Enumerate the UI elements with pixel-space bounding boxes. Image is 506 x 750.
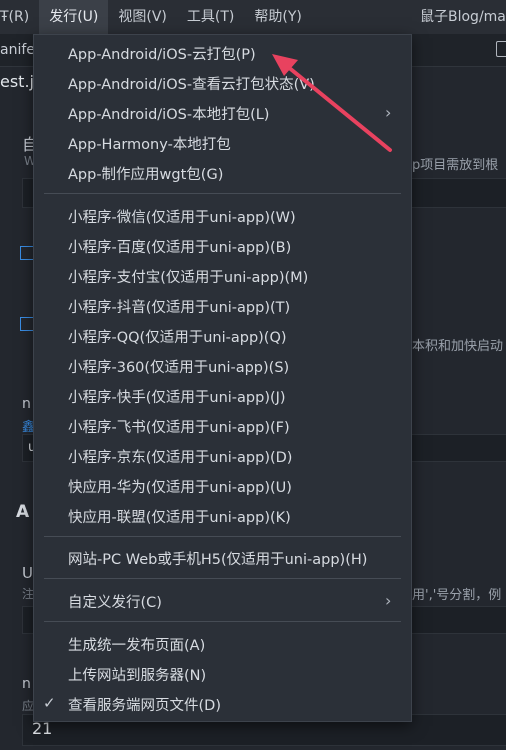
menu-tools[interactable]: 工具(T): [177, 0, 244, 34]
menu-item-custom-publish[interactable]: 自定义发行(C) ›: [34, 586, 411, 616]
chevron-right-icon: ›: [385, 103, 392, 122]
menu-item-mp-feishu[interactable]: 小程序-飞书(仅适用于uni-app)(F): [34, 411, 411, 441]
menu-view[interactable]: 视图(V): [108, 0, 177, 34]
menu-item-mp-360[interactable]: 小程序-360(仅适用于uni-app)(S): [34, 351, 411, 381]
menu-item-label: 上传网站到服务器(N): [68, 668, 207, 684]
menu-item-label: 小程序-抖音(仅适用于uni-app)(T): [68, 300, 291, 316]
checkbox[interactable]: [20, 246, 34, 260]
menu-item-label: 查看服务端网页文件(D): [68, 698, 221, 714]
menu-item-label: 小程序-京东(仅适用于uni-app)(D): [68, 450, 293, 466]
menu-item-mp-alipay[interactable]: 小程序-支付宝(仅适用于uni-app)(M): [34, 261, 411, 291]
menu-item-generate-publish-page[interactable]: 生成统一发布页面(A): [34, 629, 411, 659]
menu-divider: [44, 621, 401, 622]
menu-help[interactable]: 帮助(Y): [244, 0, 311, 34]
menu-publish[interactable]: 发行(U): [39, 0, 109, 34]
menu-edit-partial[interactable]: Ŧ(R): [0, 0, 39, 34]
menu-divider: [44, 193, 401, 194]
menu-item-app-local-pack[interactable]: App-Android/iOS-本地打包(L) ›: [34, 98, 411, 128]
right-hint: p项目需放到根: [412, 158, 499, 173]
menu-item-label: 小程序-支付宝(仅适用于uni-app)(M): [68, 270, 309, 286]
menu-item-label: 小程序-百度(仅适用于uni-app)(B): [68, 240, 292, 256]
right-hint: 本积和加快启动: [412, 339, 504, 354]
menubar: Ŧ(R) 发行(U) 视图(V) 工具(T) 帮助(Y) 鼠子Blog/ma: [0, 0, 506, 34]
menu-item-view-server-files[interactable]: ✓ 查看服务端网页文件(D): [34, 689, 411, 719]
menu-item-label: 小程序-360(仅适用于uni-app)(S): [68, 360, 290, 376]
menu-item-mp-kuaishou[interactable]: 小程序-快手(仅适用于uni-app)(J): [34, 381, 411, 411]
checkbox[interactable]: [20, 317, 34, 331]
right-hint: 用','号分割，例: [412, 588, 502, 603]
menu-item-app-cloud-status[interactable]: App-Android/iOS-查看云打包状态(V): [34, 68, 411, 98]
menu-item-label: 网站-PC Web或手机H5(仅适用于uni-app)(H): [68, 552, 368, 568]
menu-item-wgt-pack[interactable]: App-制作应用wgt包(G): [34, 158, 411, 188]
field-label: n: [22, 396, 31, 412]
menu-item-label: 生成统一发布页面(A): [68, 638, 206, 654]
menu-item-mp-baidu[interactable]: 小程序-百度(仅适用于uni-app)(B): [34, 231, 411, 261]
menu-item-label: App-制作应用wgt包(G): [68, 167, 224, 183]
menu-divider: [44, 536, 401, 537]
menu-item-quickapp-union[interactable]: 快应用-联盟(仅适用于uni-app)(K): [34, 501, 411, 531]
menu-item-mp-douyin[interactable]: 小程序-抖音(仅适用于uni-app)(T): [34, 291, 411, 321]
menu-item-harmony-local-pack[interactable]: App-Harmony-本地打包: [34, 128, 411, 158]
menu-item-mp-jd[interactable]: 小程序-京东(仅适用于uni-app)(D): [34, 441, 411, 471]
menu-item-label: App-Android/iOS-本地打包(L): [68, 107, 270, 123]
menu-item-label: App-Android/iOS-云打包(P): [68, 47, 256, 63]
field-label: U: [22, 564, 33, 582]
menu-item-label: 小程序-QQ(仅适用于uni-app)(Q): [68, 330, 287, 346]
menu-item-label: 快应用-联盟(仅适用于uni-app)(K): [68, 510, 291, 526]
menu-item-upload-website[interactable]: 上传网站到服务器(N): [34, 659, 411, 689]
menu-item-mp-weixin[interactable]: 小程序-微信(仅适用于uni-app)(W): [34, 201, 411, 231]
menu-item-app-cloud-pack[interactable]: App-Android/iOS-云打包(P): [34, 38, 411, 68]
chevron-right-icon: ›: [385, 591, 392, 610]
menu-item-label: 自定义发行(C): [68, 595, 162, 611]
window-title: 鼠子Blog/ma: [420, 9, 506, 25]
field-label: n: [22, 676, 31, 692]
menu-item-label: 快应用-华为(仅适用于uni-app)(U): [68, 480, 292, 496]
publish-dropdown-menu: App-Android/iOS-云打包(P) App-Android/iOS-查…: [33, 34, 412, 722]
menu-item-quickapp-huawei[interactable]: 快应用-华为(仅适用于uni-app)(U): [34, 471, 411, 501]
menu-item-label: App-Android/iOS-查看云打包状态(V): [68, 77, 315, 93]
menu-item-label: 小程序-快手(仅适用于uni-app)(J): [68, 390, 286, 406]
menu-item-web-h5[interactable]: 网站-PC Web或手机H5(仅适用于uni-app)(H): [34, 543, 411, 573]
menu-divider: [44, 578, 401, 579]
menu-item-label: App-Harmony-本地打包: [68, 137, 231, 153]
window-control-icon[interactable]: [496, 41, 506, 57]
menu-item-label: 小程序-飞书(仅适用于uni-app)(F): [68, 420, 290, 436]
menu-item-mp-qq[interactable]: 小程序-QQ(仅适用于uni-app)(Q): [34, 321, 411, 351]
menu-item-label: 小程序-微信(仅适用于uni-app)(W): [68, 210, 296, 226]
section-heading: A: [16, 502, 30, 522]
checkmark-icon: ✓: [43, 694, 56, 712]
